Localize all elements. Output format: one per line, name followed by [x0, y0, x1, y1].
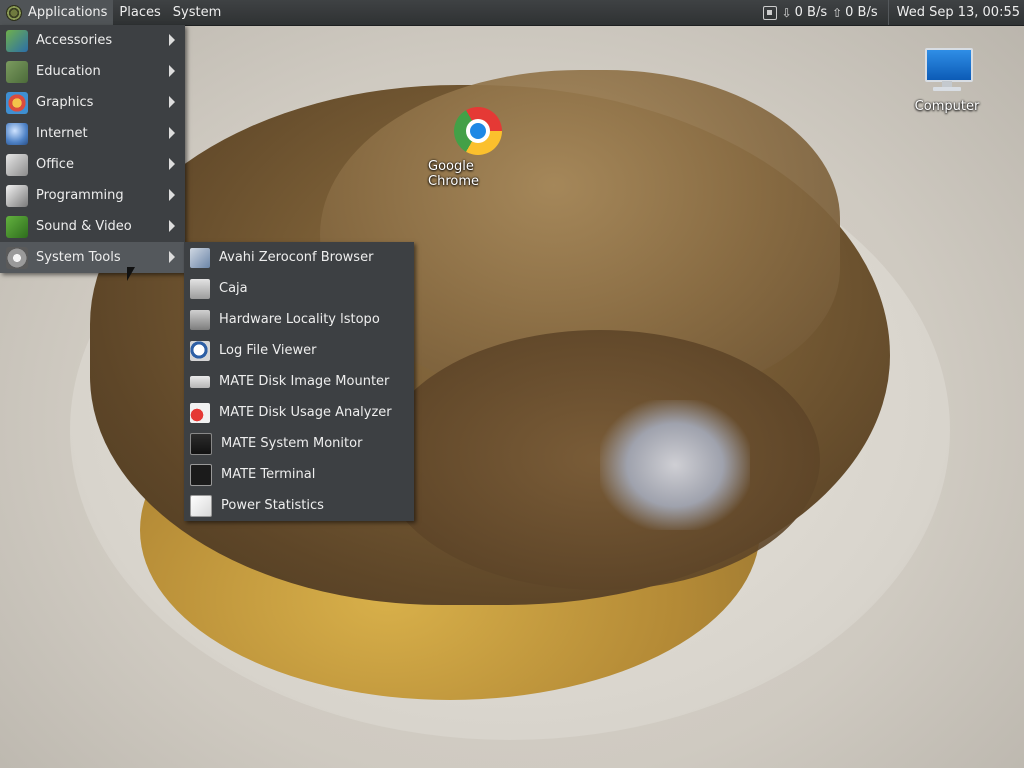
submenu-arrow-icon [169, 34, 175, 46]
top-panel: Applications Places System ⇩ 0 B/s ⇧ 0 B… [0, 0, 1024, 26]
menu-item-label: Accessories [36, 33, 113, 48]
submenu-item-mate-disk-usage-analyzer[interactable]: MATE Disk Usage Analyzer [184, 397, 414, 428]
submenu-item-label: MATE Terminal [221, 467, 316, 482]
netspeed-upload[interactable]: ⇧ 0 B/s [831, 5, 878, 20]
hardware-icon [190, 309, 210, 330]
submenu-arrow-icon [169, 127, 175, 139]
desktop-icon-label: Google Chrome [428, 159, 479, 189]
log-viewer-magnifier-icon [190, 340, 210, 361]
upload-rate: 0 B/s [845, 5, 878, 20]
desktop-icon-label: Computer [914, 99, 980, 114]
menu-item-label: Education [36, 64, 101, 79]
system-menu-label: System [172, 5, 222, 20]
network-icon[interactable] [762, 5, 777, 20]
applications-menu-button[interactable]: Applications [0, 0, 114, 25]
education-icon [6, 60, 28, 83]
submenu-item-label: MATE Disk Image Mounter [219, 374, 390, 389]
submenu-item-label: Hardware Locality lstopo [219, 312, 380, 327]
submenu-arrow-icon [169, 189, 175, 201]
submenu-arrow-icon [169, 65, 175, 77]
submenu-arrow-icon [169, 96, 175, 108]
places-menu-button[interactable]: Places [113, 0, 166, 25]
avahi-browser-icon [190, 247, 210, 268]
menu-item-sound-video[interactable]: Sound & Video [0, 211, 185, 242]
menu-item-programming[interactable]: Programming [0, 180, 185, 211]
programming-icon [6, 184, 28, 207]
submenu-item-log-file-viewer[interactable]: Log File Viewer [184, 335, 414, 366]
disk-drive-icon [190, 375, 210, 388]
submenu-item-mate-system-monitor[interactable]: MATE System Monitor [184, 428, 414, 459]
mouse-pointer-icon [127, 267, 135, 281]
menu-item-label: Graphics [36, 95, 94, 110]
file-manager-icon [190, 278, 210, 299]
menu-item-accessories[interactable]: Accessories [0, 25, 185, 56]
submenu-item-label: Avahi Zeroconf Browser [219, 250, 374, 265]
desktop-icon-google-chrome[interactable]: Google Chrome [428, 107, 528, 189]
menu-item-office[interactable]: Office [0, 149, 185, 180]
panel-clock[interactable]: Wed Sep 13, 00:55 [887, 0, 1024, 25]
system-monitor-icon [190, 432, 212, 455]
menu-item-label: Internet [36, 126, 88, 141]
power-statistics-chart-icon [190, 494, 212, 517]
accessories-icon [6, 29, 28, 52]
submenu-item-mate-disk-image-mounter[interactable]: MATE Disk Image Mounter [184, 366, 414, 397]
submenu-item-avahi-zeroconf-browser[interactable]: Avahi Zeroconf Browser [184, 242, 414, 273]
submenu-arrow-icon [169, 158, 175, 170]
download-arrow-icon: ⇩ [781, 5, 792, 20]
sound-video-icon [6, 215, 28, 238]
menu-item-internet[interactable]: Internet [0, 118, 185, 149]
panel-tray: ⇩ 0 B/s ⇧ 0 B/s Wed Sep 13, 00:55 [762, 0, 1024, 25]
menu-item-label: System Tools [36, 250, 121, 265]
graphics-icon [6, 91, 28, 114]
submenu-item-mate-terminal[interactable]: MATE Terminal [184, 459, 414, 490]
menu-item-label: Programming [36, 188, 124, 203]
internet-globe-icon [6, 122, 28, 145]
menu-item-label: Sound & Video [36, 219, 132, 234]
submenu-item-label: MATE System Monitor [221, 436, 363, 451]
submenu-item-hardware-locality-lstopo[interactable]: Hardware Locality lstopo [184, 304, 414, 335]
menu-item-education[interactable]: Education [0, 56, 185, 87]
system-menu-button[interactable]: System [167, 0, 227, 25]
menu-item-label: Office [36, 157, 74, 172]
netspeed-download[interactable]: ⇩ 0 B/s [781, 5, 828, 20]
submenu-arrow-icon [169, 220, 175, 232]
menu-item-graphics[interactable]: Graphics [0, 87, 185, 118]
upload-arrow-icon: ⇧ [832, 5, 843, 20]
submenu-arrow-icon [169, 251, 175, 263]
submenu-item-power-statistics[interactable]: Power Statistics [184, 490, 414, 521]
applications-menu-label: Applications [28, 5, 108, 20]
submenu-item-label: Log File Viewer [219, 343, 317, 358]
office-icon [6, 153, 28, 176]
desktop-icon-computer[interactable]: Computer [897, 47, 997, 114]
computer-icon [923, 47, 973, 95]
places-menu-label: Places [119, 5, 161, 20]
disk-usage-pie-icon [190, 402, 210, 423]
submenu-item-label: MATE Disk Usage Analyzer [219, 405, 392, 420]
submenu-item-label: Power Statistics [221, 498, 324, 513]
system-tools-submenu: Avahi Zeroconf Browser Caja Hardware Loc… [184, 242, 414, 521]
menu-item-system-tools[interactable]: System Tools [0, 242, 185, 273]
terminal-icon [190, 463, 212, 486]
submenu-item-label: Caja [219, 281, 248, 296]
submenu-item-caja[interactable]: Caja [184, 273, 414, 304]
applications-menu: Accessories Education Graphics Internet … [0, 25, 185, 273]
mate-logo-icon [6, 4, 22, 21]
chrome-icon [454, 107, 502, 155]
system-tools-gear-icon [6, 246, 28, 269]
download-rate: 0 B/s [794, 5, 828, 20]
